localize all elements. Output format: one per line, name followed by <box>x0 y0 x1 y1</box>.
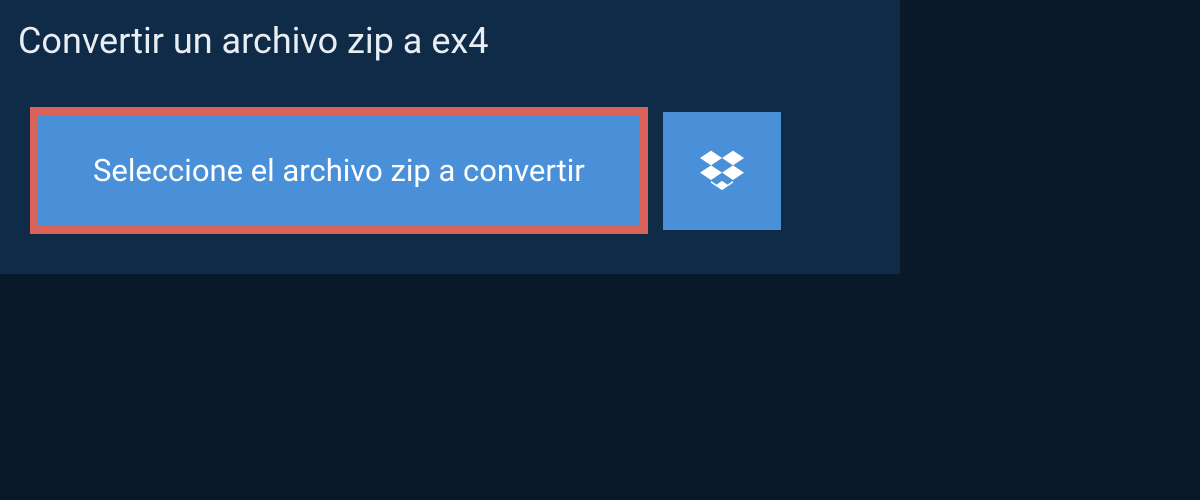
converter-panel: Convertir un archivo zip a ex4 Seleccion… <box>0 0 900 274</box>
select-file-highlight: Seleccione el archivo zip a convertir <box>30 107 648 234</box>
dropbox-button[interactable] <box>663 112 781 230</box>
page-title: Convertir un archivo zip a ex4 <box>0 0 529 82</box>
select-file-button[interactable]: Seleccione el archivo zip a convertir <box>38 115 640 226</box>
dropbox-icon <box>700 147 744 194</box>
button-row: Seleccione el archivo zip a convertir <box>0 82 900 234</box>
